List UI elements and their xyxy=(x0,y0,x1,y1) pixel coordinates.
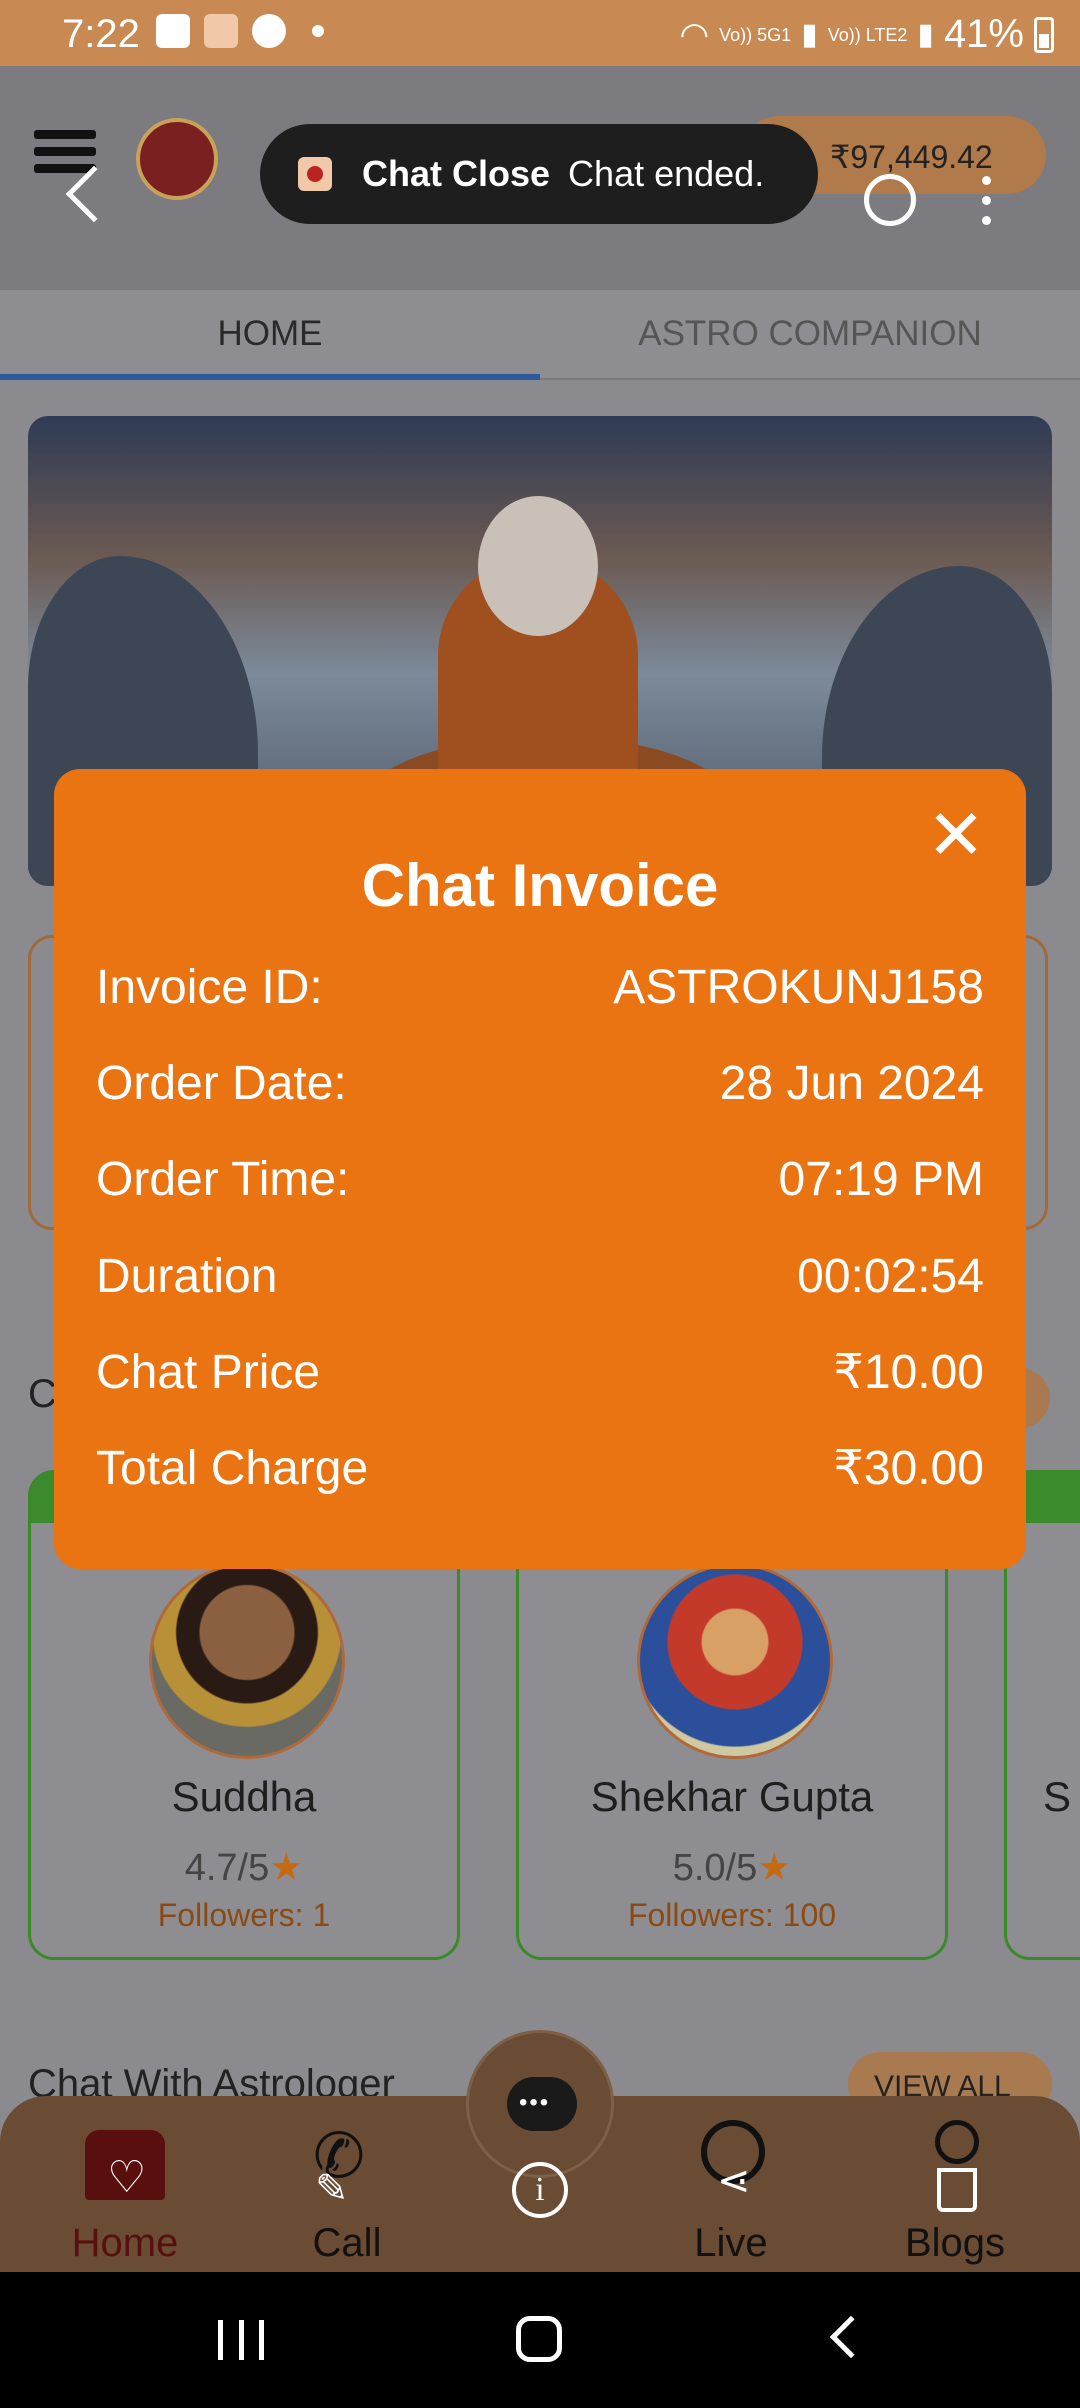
wallet-balance: ₹97,449.42 xyxy=(830,139,993,175)
invoice-value: 00:02:54 xyxy=(797,1249,984,1303)
avatar xyxy=(149,1563,345,1759)
wifi-icon: ◠ xyxy=(679,15,710,54)
invoice-label: Chat Price xyxy=(96,1345,321,1399)
status-time: 7:22 xyxy=(62,12,140,56)
app-icon xyxy=(298,157,332,191)
nav-home[interactable]: ♡ Home xyxy=(30,2120,220,2270)
nav-call-label: Call xyxy=(312,2221,382,2265)
astrologer-name: S xyxy=(1043,1773,1072,1820)
astrologer-rating: 5.0/5★ xyxy=(519,1845,945,1890)
toast-message: Chat ended. xyxy=(568,153,765,194)
live-share-icon: ⋖ xyxy=(691,2120,771,2203)
invoice-value: ₹10.00 xyxy=(833,1346,984,1399)
app-notification-icon xyxy=(204,14,238,48)
notification-icons xyxy=(156,14,324,48)
nav-home-label: Home xyxy=(71,2221,179,2265)
invoice-title: Chat Invoice xyxy=(361,852,719,919)
chat-fab[interactable] xyxy=(466,2030,614,2178)
invoice-row: Order Time: 07:19 PM xyxy=(96,1149,984,1209)
invoice-row: Order Date: 28 Jun 2024 xyxy=(96,1053,984,1113)
gallery-icon xyxy=(156,14,190,48)
invoice-label: Order Time: xyxy=(96,1152,350,1206)
invoice-row: Chat Price ₹10.00 xyxy=(96,1342,984,1402)
back-icon[interactable] xyxy=(829,2315,873,2359)
signal-icon: ▮ xyxy=(917,18,934,51)
avatar xyxy=(637,1563,833,1759)
astrologer-name: Suddha xyxy=(171,1773,317,1820)
network-2: Vo)) LTE2 xyxy=(827,24,908,45)
system-nav-bar xyxy=(0,2272,1080,2408)
invoice-label: Invoice ID: xyxy=(96,960,323,1014)
nav-blogs[interactable]: Blogs xyxy=(860,2120,1050,2270)
app-logo xyxy=(136,118,218,200)
astrologer-followers: Followers: 100 xyxy=(627,1897,837,1933)
invoice-value: 07:19 PM xyxy=(778,1152,984,1206)
astrologer-followers: Followers: 1 xyxy=(157,1897,331,1933)
invoice-label: Order Date: xyxy=(96,1056,347,1110)
star-icon: ★ xyxy=(269,1847,304,1889)
more-vert-icon[interactable] xyxy=(982,176,992,226)
nav-blogs-label: Blogs xyxy=(904,2221,1006,2265)
section-title-partial: C xyxy=(28,1372,57,1416)
invoice-label: Total Charge xyxy=(96,1441,369,1495)
home-heart-icon: ♡ xyxy=(85,2120,165,2200)
rating-value: 4.7/5 xyxy=(184,1847,270,1889)
more-notifications-dot xyxy=(312,25,324,37)
tab-bar: HOME ASTRO COMPANION xyxy=(0,290,1080,380)
astrologer-name: Shekhar Gupta xyxy=(590,1773,874,1820)
chat-close-toast: Chat Close Chat ended. xyxy=(260,124,818,224)
status-right: ◠ Vo)) 5G1 ▮ Vo)) LTE2 ▮ 41% xyxy=(679,12,1054,57)
battery-percent: 41% xyxy=(943,12,1024,56)
rating-value: 5.0/5 xyxy=(672,1847,758,1889)
invoice-value: ₹30.00 xyxy=(833,1442,984,1495)
phone-edit-icon: ✆ ✎ xyxy=(313,2122,365,2212)
network-1: Vo)) 5G1 xyxy=(719,24,792,45)
nav-call[interactable]: ✆ ✎ Call xyxy=(252,2120,442,2270)
info-icon: i xyxy=(512,2162,568,2218)
banner-sage-head xyxy=(478,496,598,636)
rotate-icon[interactable] xyxy=(864,174,916,226)
status-bar: 7:22 ◠ Vo)) 5G1 ▮ Vo)) LTE2 ▮ 41% xyxy=(0,0,1080,66)
home-icon[interactable] xyxy=(516,2316,562,2362)
battery-icon xyxy=(1034,16,1054,53)
tab-home[interactable]: HOME xyxy=(0,290,540,378)
recents-icon[interactable] xyxy=(218,2320,264,2360)
nav-live[interactable]: ⋖ Live xyxy=(636,2120,826,2270)
whatsapp-icon xyxy=(252,14,286,48)
nav-live-label: Live xyxy=(694,2221,768,2265)
toast-title: Chat Close xyxy=(362,153,551,194)
invoice-label: Duration xyxy=(96,1249,278,1303)
blogs-delete-icon xyxy=(915,2120,995,2212)
tab-astro-companion[interactable]: ASTRO COMPANION xyxy=(540,290,1080,378)
signal-icon: ▮ xyxy=(801,18,818,51)
invoice-value: 28 Jun 2024 xyxy=(719,1056,984,1110)
invoice-row: Duration 00:02:54 xyxy=(96,1246,984,1306)
invoice-row: Invoice ID: ASTROKUNJ158 xyxy=(96,957,984,1017)
chat-bubble-icon xyxy=(507,2077,577,2131)
invoice-value: ASTROKUNJ158 xyxy=(613,960,984,1014)
star-icon: ★ xyxy=(757,1847,792,1889)
invoice-row: Total Charge ₹30.00 xyxy=(96,1438,984,1498)
chat-invoice-dialog: ✕ Chat Invoice Invoice ID: ASTROKUNJ158 … xyxy=(54,769,1026,1569)
astrologer-rating: 4.7/5★ xyxy=(31,1845,457,1890)
